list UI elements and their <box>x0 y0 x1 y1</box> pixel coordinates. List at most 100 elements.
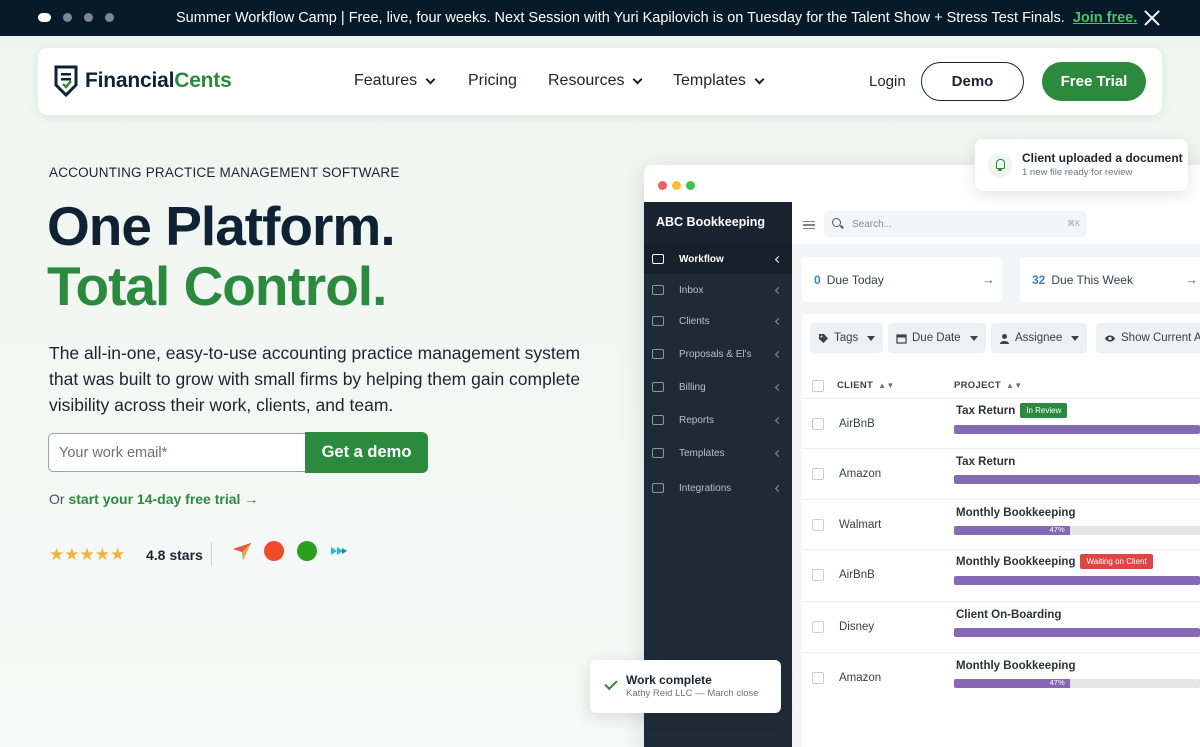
progress-bar <box>954 628 1200 637</box>
row-project-label: Monthly Bookkeeping <box>956 660 1076 672</box>
sidebar-item-inbox[interactable]: Inbox <box>644 275 792 305</box>
logo-shield-icon <box>54 65 78 97</box>
trial-line: Or start your 14-day free trial → <box>49 491 258 507</box>
row-checkbox[interactable] <box>812 672 824 684</box>
filter-show-current[interactable]: Show Current Ac <box>1096 323 1200 353</box>
select-all-checkbox[interactable] <box>812 380 824 392</box>
stat-due-today-count: 0 <box>814 272 821 287</box>
hero-eyebrow: ACCOUNTING PRACTICE MANAGEMENT SOFTWARE <box>49 165 400 180</box>
nav-templates[interactable]: Templates <box>673 72 765 90</box>
workflow-table: Tags Due Date Assignee Show Current Ac C… <box>802 314 1200 747</box>
carousel-dot[interactable] <box>105 13 114 22</box>
sidebar-item-billing[interactable]: Billing <box>644 372 792 402</box>
sidebar-item-label: Reports <box>679 414 715 426</box>
sidebar-item-templates[interactable]: Templates <box>644 438 792 468</box>
table-row[interactable]: Amazon Tax Return <box>802 449 1200 499</box>
free-trial-button[interactable]: Free Trial <box>1042 62 1146 101</box>
logo-text-primary: Financial <box>85 69 175 92</box>
row-checkbox[interactable] <box>812 621 824 633</box>
nav-features[interactable]: Features <box>354 72 436 90</box>
work-email-input[interactable] <box>48 433 306 472</box>
row-project: Tax Return In Review <box>956 403 1068 418</box>
logo[interactable]: FinancialCents <box>53 65 232 97</box>
search-icon <box>832 218 841 227</box>
column-project[interactable]: PROJECT ▲▼ <box>954 380 1022 391</box>
table-row[interactable]: Disney Client On-Boarding <box>802 602 1200 652</box>
sidebar-item-workflow[interactable]: Workflow <box>644 244 792 274</box>
window-close-dot <box>658 181 667 190</box>
table-row[interactable]: Walmart Monthly Bookkeeping 47% <box>802 500 1200 550</box>
row-checkbox[interactable] <box>812 569 824 581</box>
filter-assignee[interactable]: Assignee <box>991 323 1088 353</box>
chevron-down-icon <box>633 74 643 84</box>
stat-due-today[interactable]: 0 Due Today → <box>802 257 1002 302</box>
carousel-dot[interactable] <box>63 13 72 22</box>
upload-notification[interactable]: Client uploaded a document 1 new file re… <box>975 139 1188 191</box>
carousel-dot-active[interactable] <box>38 13 51 22</box>
caret-down-icon <box>969 335 978 341</box>
work-complete-title: Work complete <box>626 673 712 687</box>
nav-resources[interactable]: Resources <box>548 72 643 90</box>
sidebar-icon <box>652 285 664 295</box>
logo-text: FinancialCents <box>85 69 232 93</box>
nav-pricing[interactable]: Pricing <box>468 72 517 90</box>
login-link[interactable]: Login <box>869 73 906 90</box>
sidebar-item-proposals-el-s[interactable]: Proposals & El's <box>644 339 792 369</box>
sidebar-item-integrations[interactable]: Integrations <box>644 473 792 503</box>
row-project-label: Tax Return <box>956 456 1016 468</box>
filter-tags-label: Tags <box>834 332 859 344</box>
row-client: Disney <box>839 621 875 633</box>
row-project-label: Monthly Bookkeeping <box>956 507 1076 519</box>
window-maximize-dot <box>686 181 695 190</box>
chevron-left-icon <box>774 449 783 457</box>
carousel-dot[interactable] <box>84 13 93 22</box>
row-project: Monthly Bookkeeping <box>956 660 1075 672</box>
sidebar-item-reports[interactable]: Reports <box>644 405 792 435</box>
status-badge: In Review <box>1020 403 1068 418</box>
caret-down-icon <box>1071 335 1080 341</box>
window-minimize-dot <box>672 181 681 190</box>
table-row[interactable]: AirBnB Tax Return In Review <box>802 399 1200 449</box>
sidebar-item-label: Billing <box>679 381 706 393</box>
trial-prefix: Or <box>49 491 69 507</box>
filter-tags[interactable]: Tags <box>810 323 884 353</box>
filter-show-current-label: Show Current Ac <box>1121 332 1200 344</box>
menu-icon[interactable] <box>803 221 815 229</box>
column-client[interactable]: CLIENT ▲▼ <box>837 380 895 391</box>
calendar-icon <box>896 333 907 344</box>
table-row[interactable]: AirBnB Monthly Bookkeeping Waiting on Clie… <box>802 550 1200 600</box>
get-demo-button[interactable]: Get a demo <box>305 432 428 473</box>
row-client: Amazon <box>839 468 882 480</box>
filter-due-date[interactable]: Due Date <box>888 323 986 353</box>
nav-resources-label: Resources <box>548 72 625 89</box>
row-project-label: Client On-Boarding <box>956 609 1062 621</box>
chevron-down-icon <box>754 74 765 84</box>
app-topbar: Search... ⌘K <box>792 202 1200 244</box>
column-client-label: CLIENT <box>837 380 874 391</box>
work-complete-subtitle: Kathy Reid LLC — March close <box>626 688 759 699</box>
sidebar-item-clients[interactable]: Clients <box>644 306 792 336</box>
app-search[interactable]: Search... ⌘K <box>824 211 1087 237</box>
progress-bar <box>954 475 1200 484</box>
logo-text-accent: Cents <box>174 69 232 92</box>
free-trial-link[interactable]: start your 14-day free trial → <box>68 491 258 507</box>
progress-bar-fill <box>954 576 1200 585</box>
main-nav: FinancialCents Features Pricing Resource… <box>38 48 1162 115</box>
chevron-down-icon <box>425 74 436 84</box>
demo-button[interactable]: Demo <box>921 62 1024 101</box>
row-checkbox[interactable] <box>812 418 824 430</box>
stat-due-this-week[interactable]: 32 Due This Week → <box>1020 257 1200 302</box>
row-client: AirBnB <box>839 569 875 581</box>
free-trial-link-label: start your 14-day free trial <box>68 491 241 507</box>
announcement-join-link[interactable]: Join free. <box>1073 10 1137 26</box>
row-checkbox[interactable] <box>812 468 824 480</box>
hero-headline-2: Total Control. <box>47 255 387 317</box>
table-row[interactable]: Amazon Monthly Bookkeeping 47% <box>802 653 1200 703</box>
tag-icon <box>819 333 828 343</box>
close-icon[interactable] <box>1143 9 1161 27</box>
caret-down-icon <box>867 335 876 341</box>
row-checkbox[interactable] <box>812 519 824 531</box>
sidebar-icon <box>652 382 664 392</box>
progress-bar: 47% <box>954 526 1200 535</box>
column-project-label: PROJECT <box>954 380 1001 391</box>
